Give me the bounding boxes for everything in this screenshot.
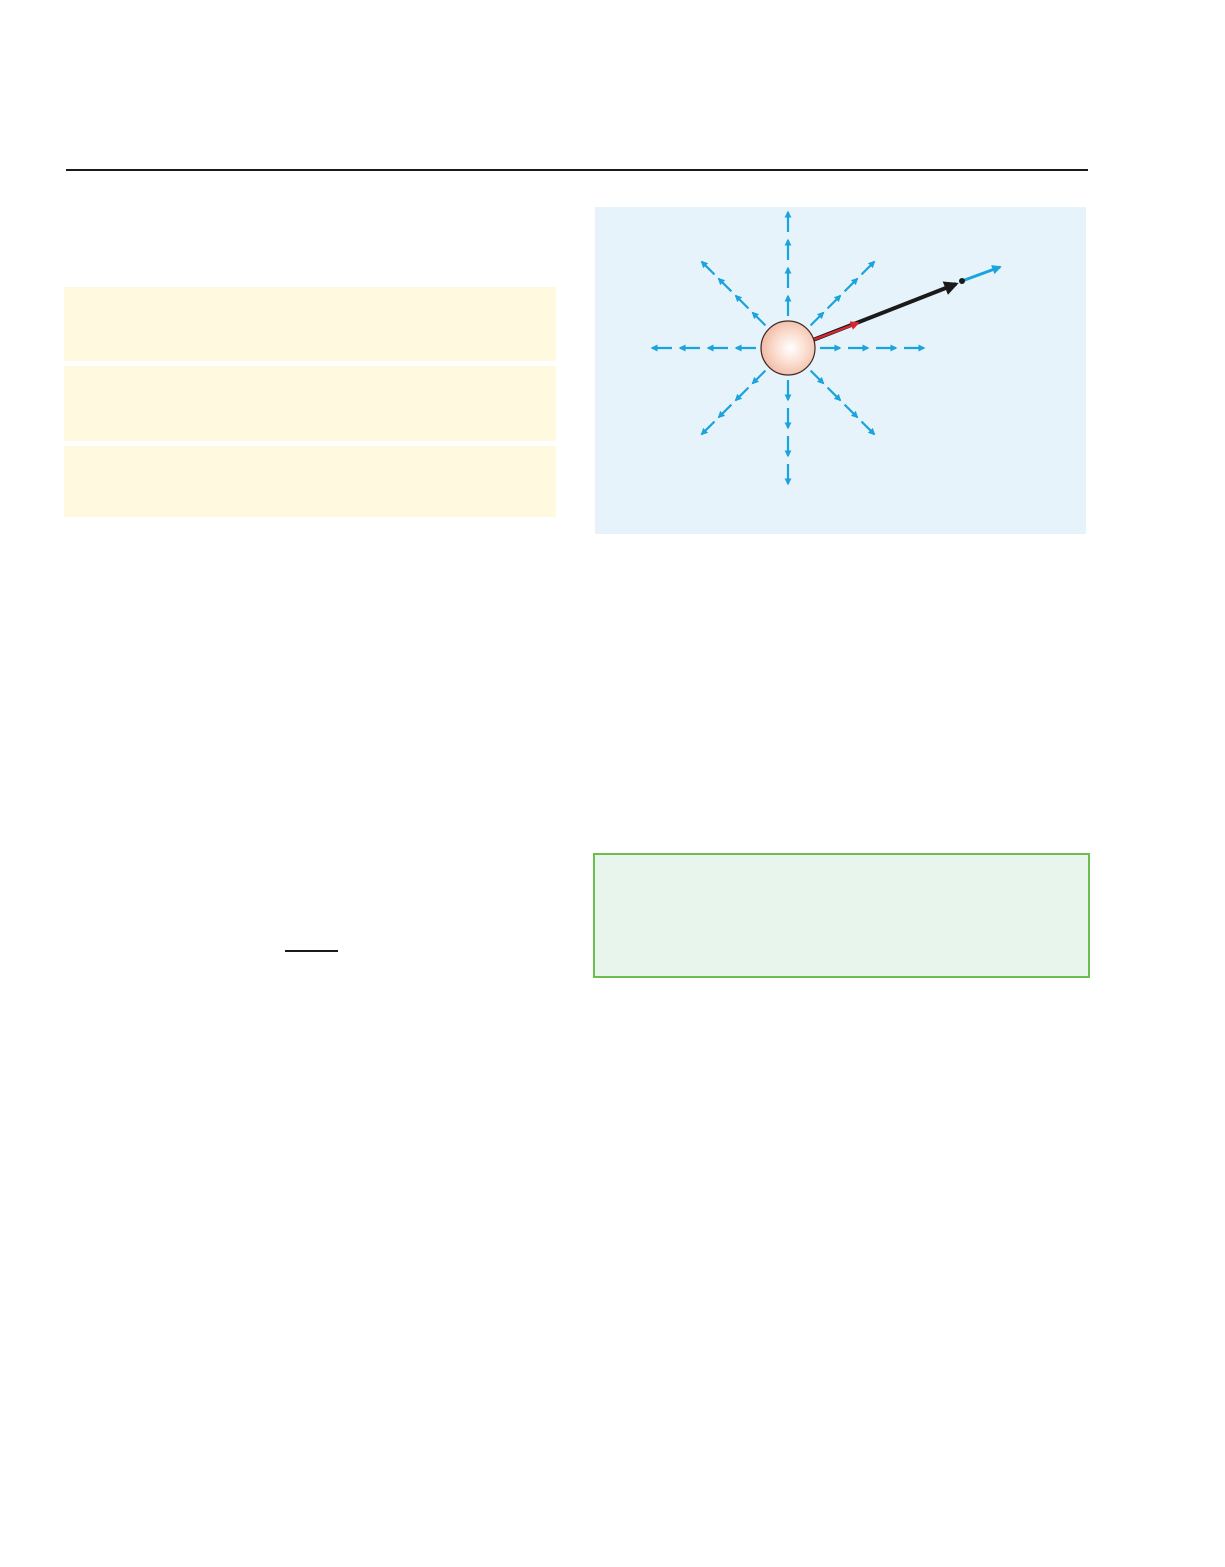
field-line-arrow — [717, 403, 733, 419]
field-line-arrow — [751, 311, 767, 327]
highlight-box-2 — [64, 366, 556, 441]
field-line-arrow — [809, 369, 825, 385]
field-line-arrow — [843, 403, 859, 419]
header-rule — [66, 169, 1088, 171]
field-line-arrow — [700, 420, 716, 436]
note-box — [593, 853, 1090, 978]
field-line-arrow — [717, 277, 733, 293]
field-line-arrow — [860, 420, 876, 436]
field-line-arrow — [843, 277, 859, 293]
field-line-arrow — [751, 369, 767, 385]
highlight-box-3 — [64, 446, 556, 517]
field-line-arrow — [809, 311, 825, 327]
field-line-arrow — [826, 294, 842, 310]
field-line-arrow — [734, 294, 750, 310]
field-point — [959, 278, 965, 284]
point-charge — [760, 320, 816, 376]
unit-vector — [812, 321, 860, 342]
field-line-arrow — [860, 260, 876, 276]
highlight-box-1 — [64, 287, 556, 361]
fraction-bar — [285, 950, 338, 952]
radial-field-diagram — [650, 210, 1002, 486]
field-line-arrow — [826, 386, 842, 402]
field-line-arrow — [734, 386, 750, 402]
field-vector-at-point — [961, 265, 1002, 283]
field-figure — [595, 207, 1086, 534]
field-line-arrow — [700, 260, 716, 276]
